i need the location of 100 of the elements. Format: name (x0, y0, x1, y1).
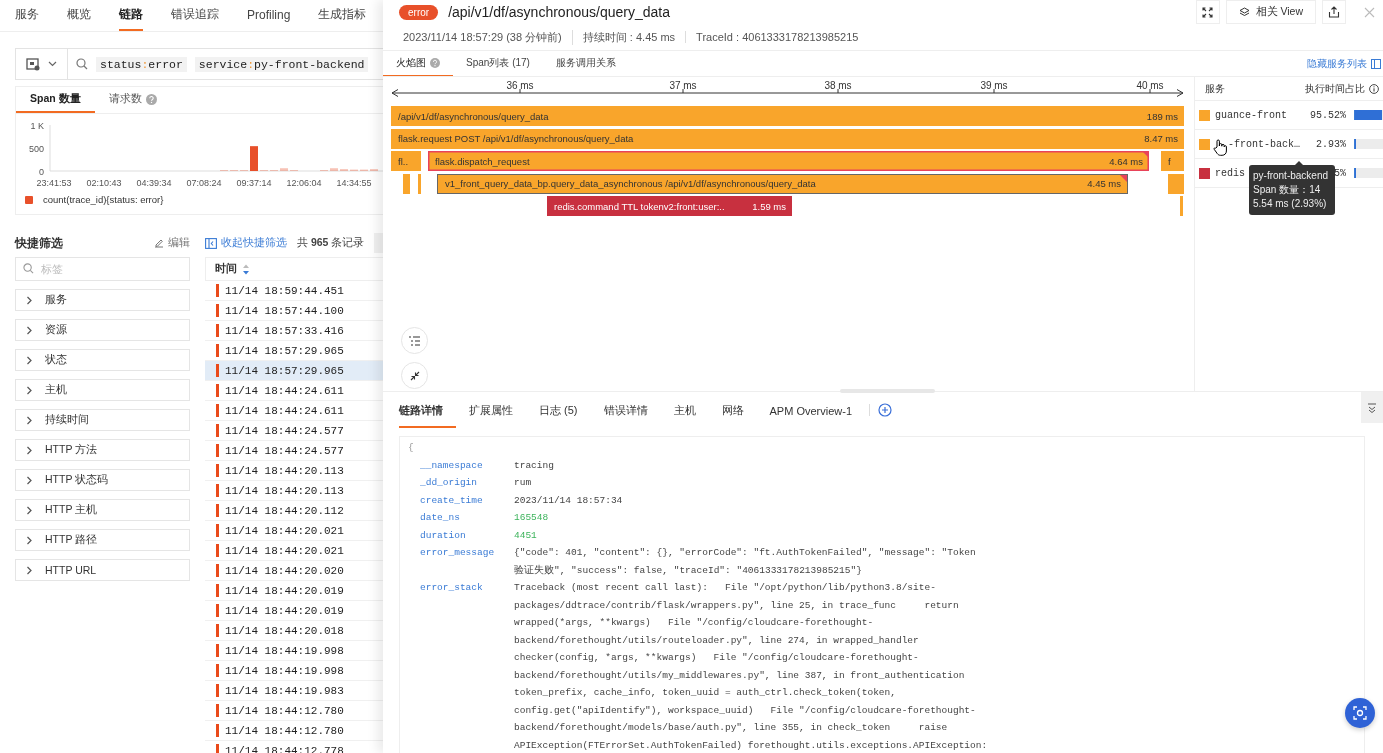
flame-span[interactable]: flask.request POST /api/v1/df/asynchronous/query_data 8.47 ms (391, 128, 1184, 149)
table-row[interactable]: 11/14 18:57:33.416 (205, 321, 383, 341)
nav-tab[interactable]: 服务 (15, 0, 39, 31)
filter-group[interactable]: 服务 (15, 289, 190, 311)
time-cell: 11/14 18:44:12.780 (225, 704, 344, 717)
time-cell: 11/14 18:44:20.113 (225, 484, 344, 497)
chart-tab[interactable]: 请求数 (94, 87, 171, 113)
table-row[interactable]: 11/14 18:44:24.577 (205, 441, 383, 461)
axis-label: 36 ms (506, 80, 534, 91)
flame-span[interactable]: redis.command TTL tokenv2:front:user:.. 1.59 ms (547, 196, 792, 216)
filter-group[interactable]: 持续时间 (15, 409, 190, 431)
view-tab[interactable]: 服务调用关系 (542, 51, 629, 76)
filter-label: 状态 (45, 353, 67, 367)
filter-label: 主机 (45, 383, 67, 397)
nav-tab[interactable]: 概览 (67, 0, 91, 31)
filter-group[interactable]: HTTP 主机 (15, 499, 190, 521)
table-row[interactable]: 11/14 18:44:20.020 (205, 561, 383, 581)
detail-tab[interactable]: 日志 (5) (526, 392, 591, 428)
detail-tab[interactable]: 链路详情 (399, 392, 456, 428)
detail-tab[interactable]: 网络 (708, 392, 757, 428)
axis-label: 40 ms (1136, 80, 1164, 91)
axis-label: 07:08:24 (186, 178, 222, 188)
filter-group[interactable]: 状态 (15, 349, 190, 371)
table-row[interactable]: 11/14 18:44:24.611 (205, 381, 383, 401)
table-row[interactable]: 11/14 18:44:19.983 (205, 681, 383, 701)
filter-group[interactable]: HTTP 状态码 (15, 469, 190, 491)
time-cell: 11/14 18:44:20.019 (225, 584, 344, 597)
detail-tab[interactable]: APM Overview-1 (756, 392, 866, 428)
nav-tab[interactable]: 生成指标 (318, 0, 367, 31)
status-badge: error (399, 4, 439, 20)
query-tag[interactable]: service:py-front-backend (194, 56, 369, 72)
time-cell: 11/14 18:44:20.112 (225, 504, 344, 517)
table-row[interactable]: 11/14 18:57:44.100 (205, 301, 383, 321)
chart-tab[interactable]: Span 数量 (16, 87, 95, 113)
detail-tab[interactable]: 主机 (660, 392, 709, 428)
table-row[interactable]: 11/14 18:59:44.451 (205, 281, 383, 301)
table-row[interactable]: 11/14 18:44:19.998 (205, 661, 383, 681)
view-tab[interactable]: Span列表 (17) (453, 51, 543, 76)
flame-span[interactable]: v1_front_query_data_bp.query_data_asynchronous /api/v1/df/asynchronous/query_data 4.45 ms (437, 173, 1128, 194)
section-title: 快捷筛选 (15, 234, 63, 252)
time-cell: 11/14 18:44:20.018 (225, 624, 344, 637)
filter-group[interactable]: 资源 (15, 319, 190, 341)
field-key: duration (420, 526, 514, 544)
axis-label: 09:37:14 (236, 178, 272, 188)
nav-tab[interactable]: 链路 (119, 0, 143, 31)
table-row[interactable]: 11/14 18:44:20.113 (205, 481, 383, 501)
time-share: 95.52% (1310, 109, 1346, 121)
time-cell: 11/14 18:57:29.965 (225, 344, 344, 357)
flame-span[interactable]: fl.. (391, 151, 421, 171)
legend-label: count(trace_id){status: error} (43, 194, 164, 205)
table-row[interactable]: 11/14 18:57:29.965 (205, 361, 383, 381)
time-cell: 11/14 18:44:12.778 (225, 744, 344, 753)
hide-services-link[interactable]: 隐藏服务列表 (1307, 51, 1383, 76)
time-cell: 11/14 18:44:24.611 (225, 384, 344, 397)
table-row[interactable]: 11/14 18:44:20.019 (205, 601, 383, 621)
table-row[interactable]: 11/14 18:44:20.113 (205, 461, 383, 481)
table-row[interactable]: 11/14 18:44:24.611 (205, 401, 383, 421)
time-cell: 11/14 18:44:19.998 (225, 664, 344, 677)
view-tab[interactable]: 火焰图 (383, 51, 453, 76)
flame-span[interactable]: flask.dispatch_request 4.64 ms (428, 151, 1149, 171)
table-row[interactable]: 11/14 18:44:24.577 (205, 421, 383, 441)
flame-span[interactable]: /api/v1/df/asynchronous/query_data 189 ms (391, 106, 1184, 126)
nav-tab[interactable]: Profiling (247, 0, 291, 31)
axis-label: 02:10:43 (86, 178, 122, 188)
table-row[interactable]: 11/14 18:44:19.998 (205, 641, 383, 661)
field-key: date_ns (420, 509, 514, 527)
trace-meta: 持续时间 : 4.45 ms (571, 29, 686, 45)
axis-label: 38 ms (824, 80, 852, 91)
edit-link[interactable]: 编辑 (154, 236, 190, 250)
filter-group[interactable]: HTTP 方法 (15, 439, 190, 461)
tag-search-field[interactable]: 标签 (15, 257, 190, 281)
filter-group[interactable]: 主机 (15, 379, 190, 401)
column-header: 服务 (1205, 81, 1225, 96)
filter-group[interactable]: HTTP 路径 (15, 529, 190, 551)
detail-tab[interactable]: 错误详情 (590, 392, 661, 428)
filter-label: HTTP 路径 (45, 533, 98, 547)
table-row[interactable]: 11/14 18:44:20.018 (205, 621, 383, 641)
flame-span[interactable]: f (1161, 151, 1184, 171)
time-cell: 11/14 18:44:20.021 (225, 524, 344, 537)
filter-label: HTTP 方法 (45, 443, 98, 457)
table-row[interactable]: 11/14 18:44:20.021 (205, 521, 383, 541)
table-row[interactable]: 11/14 18:44:20.021 (205, 541, 383, 561)
table-row[interactable]: 11/14 18:44:20.112 (205, 501, 383, 521)
trace-meta: TraceId : 4061333178213985215 (685, 31, 869, 43)
tooltip-title: py-front-backend (1253, 169, 1330, 183)
collapse-filters-link[interactable]: 收起快捷筛选 (205, 236, 287, 250)
table-row[interactable]: 11/14 18:44:12.780 (205, 721, 383, 741)
tooltip-text: Span 数量：14 (1253, 183, 1322, 197)
column-header[interactable]: 时间 (215, 262, 250, 276)
time-cell: 11/14 18:44:19.998 (225, 644, 344, 657)
table-row[interactable]: 11/14 18:44:12.780 (205, 701, 383, 721)
query-bar[interactable]: status:error service:py-front-backend (15, 48, 383, 80)
axis-label: 14:34:55 (336, 178, 372, 188)
table-row[interactable]: 11/14 18:44:20.019 (205, 581, 383, 601)
time-cell: 11/14 18:57:44.100 (225, 304, 344, 317)
related-view-button[interactable]: 相关 View (1225, 0, 1316, 24)
detail-tab[interactable]: 扩展属性 (456, 392, 526, 428)
query-tag[interactable]: status:error (96, 56, 187, 72)
nav-tab[interactable]: 错误追踪 (171, 0, 219, 31)
filter-group[interactable]: HTTP URL (15, 559, 190, 581)
